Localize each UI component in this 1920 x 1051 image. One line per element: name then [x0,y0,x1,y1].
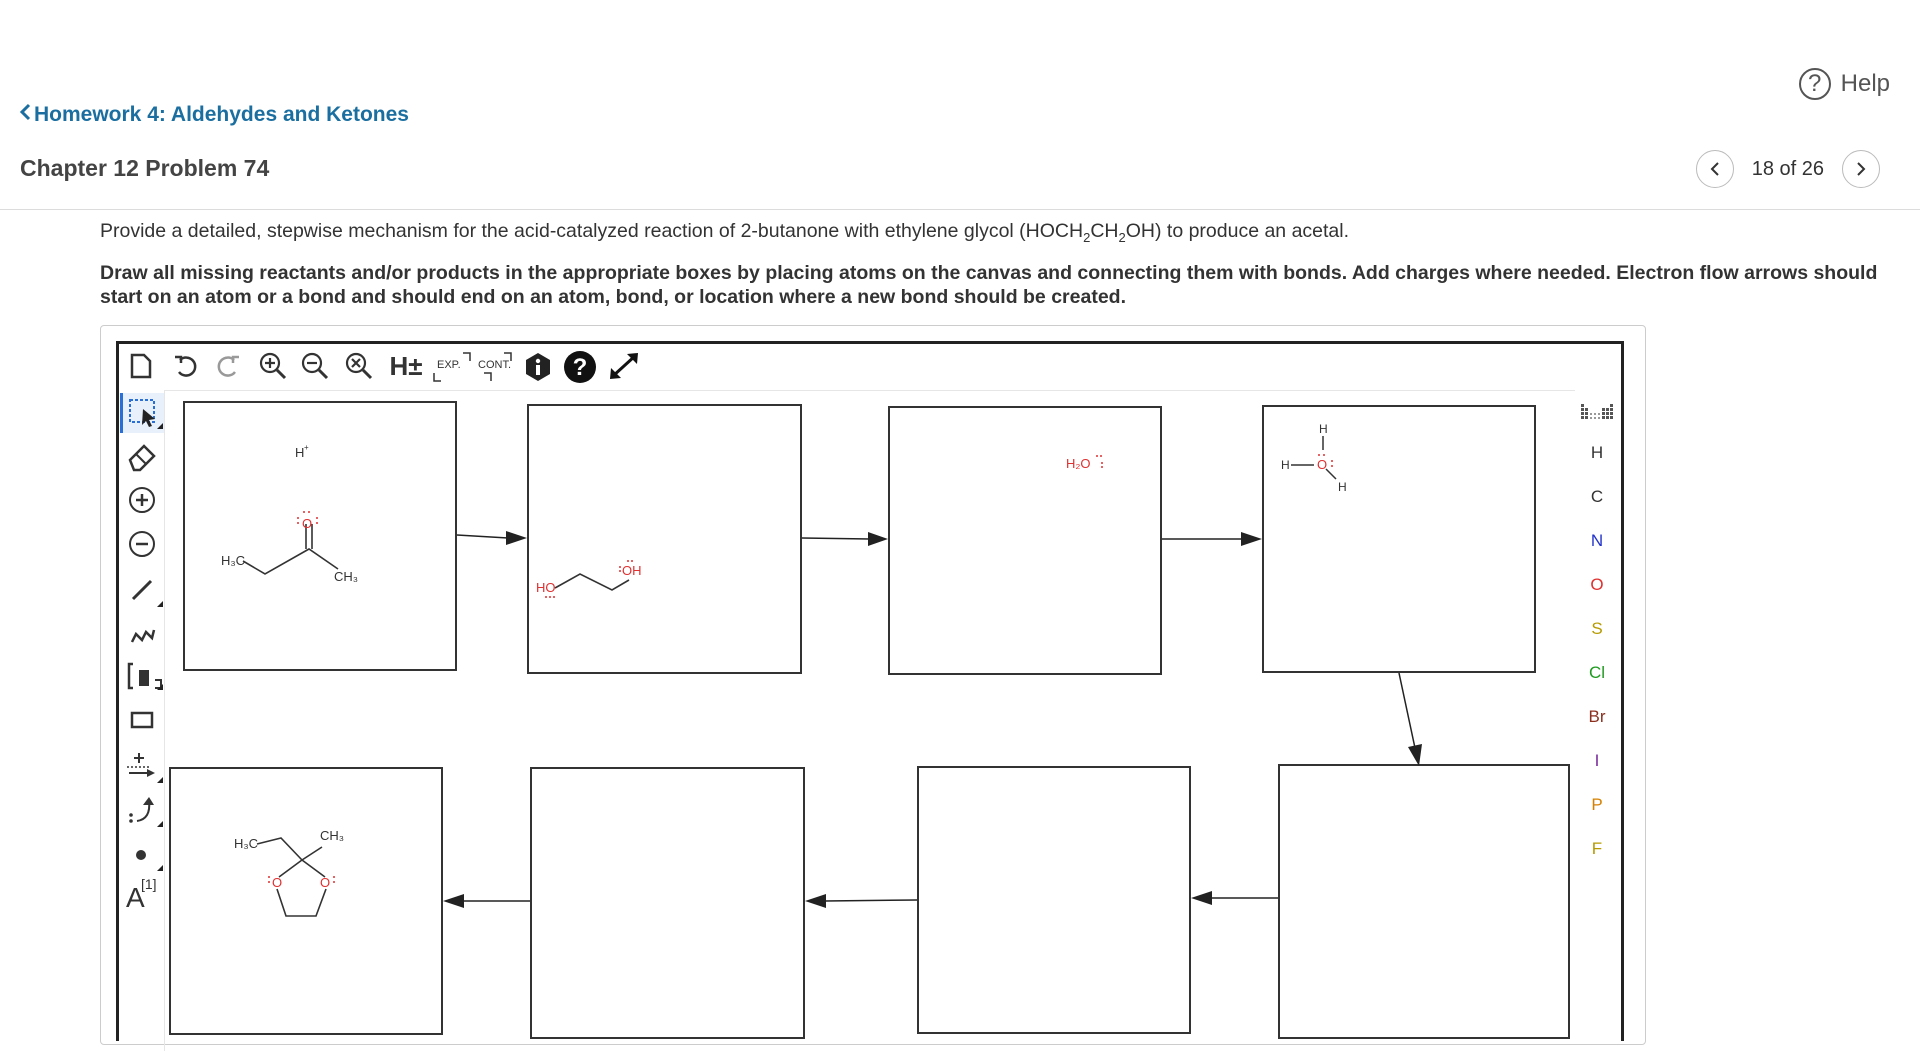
reaction-arrow[interactable] [801,532,888,546]
methyl-left-label: H₃C [221,553,245,568]
reaction-arrow[interactable] [456,531,527,545]
hydrogen-bottom: H [1338,480,1347,494]
water-label: H₂O [1066,456,1091,471]
reaction-arrow[interactable] [1398,672,1422,766]
reaction-arrow[interactable] [1162,532,1262,546]
hydroxyl-right: OH [622,563,642,578]
reaction-arrow[interactable] [1191,891,1278,905]
hydroxyl-left: HO [536,580,556,595]
acetal-methyl-right: CH₃ [320,828,344,843]
hydrogen-top: H [1319,422,1328,436]
molecule-water[interactable]: H₂O [888,406,1162,675]
molecule-2-butanone[interactable]: H + O H₃C CH₃ [183,401,457,671]
methyl-right-label: CH₃ [334,569,358,584]
proton-label: H [295,445,304,460]
carbonyl-oxygen: O [302,516,312,531]
reaction-arrow[interactable] [443,894,530,908]
acetal-methyl-left: H₃C [234,836,258,851]
molecule-ethylene-glycol[interactable]: OH HO [527,404,802,674]
molecule-hydronium[interactable]: H H O H [1262,405,1536,673]
proton-charge: + [304,443,309,452]
hydrogen-left: H [1281,458,1290,472]
acetal-oxygen-left: O [272,875,282,890]
acetal-oxygen-right: O [320,875,330,890]
reaction-arrow[interactable] [805,894,918,908]
hydronium-oxygen: O [1317,457,1327,472]
molecule-acetal[interactable]: H₃C CH₃ O O [169,767,443,1035]
